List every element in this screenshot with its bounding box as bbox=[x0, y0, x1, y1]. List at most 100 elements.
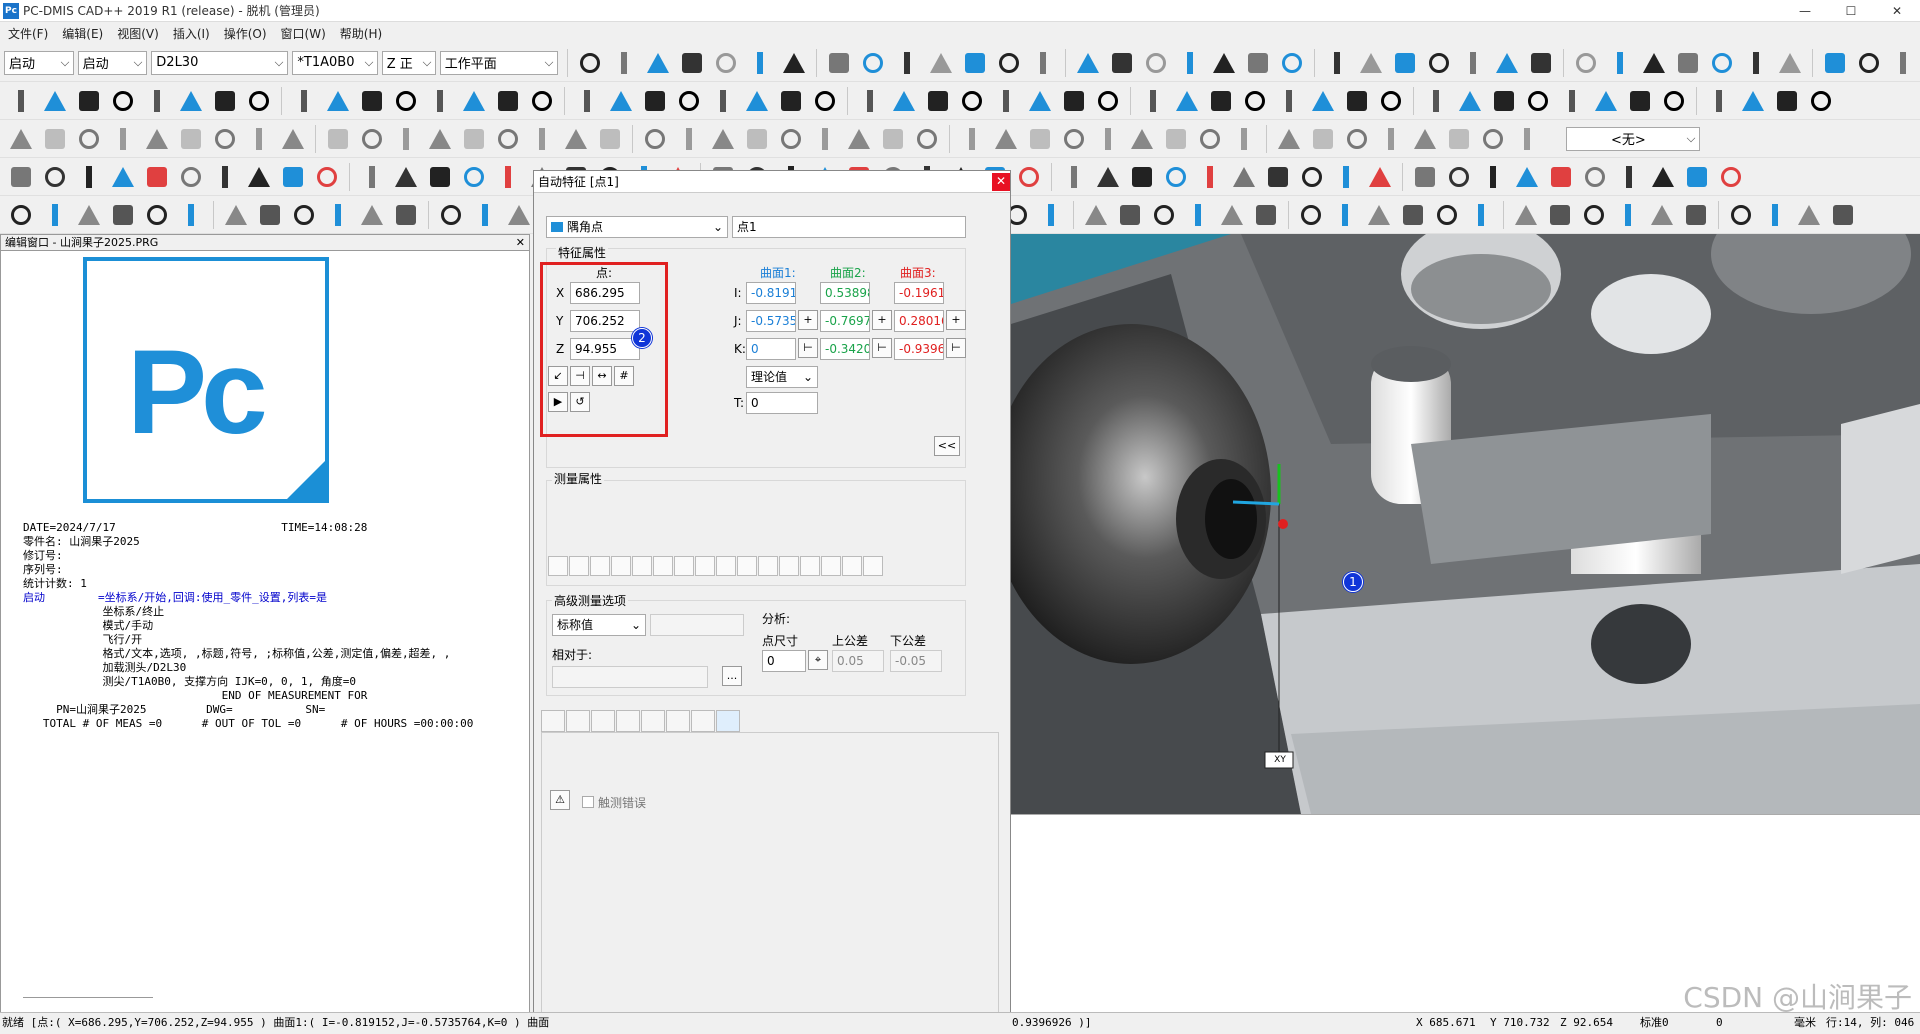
toolbar-tool-icon[interactable] bbox=[1331, 201, 1359, 229]
toolbar-tool-icon[interactable] bbox=[958, 87, 986, 115]
toolbar-tool-icon[interactable] bbox=[1230, 163, 1258, 191]
toolbar-tool-icon[interactable] bbox=[245, 87, 273, 115]
toolbar-tool-icon[interactable] bbox=[1366, 163, 1394, 191]
toolbar-tool-icon[interactable] bbox=[505, 201, 533, 229]
toolbar-tool-icon[interactable] bbox=[893, 49, 921, 77]
toolbar-tool-icon[interactable] bbox=[1411, 125, 1439, 153]
surface1-pick-icon[interactable]: + bbox=[798, 310, 818, 330]
menu-edit[interactable]: 编辑(E) bbox=[62, 25, 103, 42]
menu-operation[interactable]: 操作(O) bbox=[224, 25, 267, 42]
toolbar-tool-icon[interactable] bbox=[1479, 163, 1507, 191]
probe-select[interactable]: D2L30 bbox=[151, 50, 289, 75]
toolbar-tool-icon[interactable] bbox=[1391, 49, 1419, 77]
toolbar-tool-icon[interactable] bbox=[1357, 49, 1385, 77]
toolbar-tool-icon[interactable] bbox=[675, 87, 703, 115]
toolbar-tool-icon[interactable] bbox=[1244, 49, 1272, 77]
toolbar-tool-icon[interactable] bbox=[879, 125, 907, 153]
toolbar-tool-icon[interactable] bbox=[1592, 87, 1620, 115]
collapse-button[interactable]: << bbox=[934, 436, 960, 456]
toolbar-tool-icon[interactable] bbox=[709, 125, 737, 153]
toolbar-tool-icon[interactable] bbox=[7, 201, 35, 229]
toolbar-tool-icon[interactable] bbox=[245, 163, 273, 191]
surface3-pick-icon[interactable]: + bbox=[946, 310, 966, 330]
toolbar-tool-icon[interactable] bbox=[1467, 201, 1495, 229]
measure-tool-icon[interactable] bbox=[821, 556, 841, 576]
toolbar-tool-icon[interactable] bbox=[743, 125, 771, 153]
toolbar-tool-icon[interactable] bbox=[426, 125, 454, 153]
toolbar-tool-icon[interactable] bbox=[1108, 49, 1136, 77]
toolbar-tool-icon[interactable] bbox=[992, 125, 1020, 153]
toolbar-tool-icon[interactable] bbox=[777, 87, 805, 115]
toolbar-tool-icon[interactable] bbox=[845, 125, 873, 153]
toolbar-tool-icon[interactable] bbox=[1640, 49, 1668, 77]
toolbar-tool-icon[interactable] bbox=[1425, 49, 1453, 77]
point-size-input[interactable]: 0 bbox=[762, 650, 806, 672]
surface2-i-input[interactable]: 0.53898 bbox=[820, 282, 870, 304]
toolbar-tool-icon[interactable] bbox=[324, 87, 352, 115]
toolbar-tool-icon[interactable] bbox=[313, 163, 341, 191]
toolbar-tool-icon[interactable] bbox=[1807, 87, 1835, 115]
dialog-tab[interactable] bbox=[641, 710, 665, 732]
measure-tool-icon[interactable] bbox=[653, 556, 673, 576]
close-window-button[interactable]: ✕ bbox=[1874, 0, 1920, 22]
alignment-select[interactable]: 启动 bbox=[77, 50, 148, 75]
toolbar-tool-icon[interactable] bbox=[75, 125, 103, 153]
toolbar-tool-icon[interactable] bbox=[1278, 49, 1306, 77]
toolbar-tool-icon[interactable] bbox=[222, 201, 250, 229]
toolbar-tool-icon[interactable] bbox=[324, 125, 352, 153]
toolbar-tool-icon[interactable] bbox=[1648, 201, 1676, 229]
toolbar-tool-icon[interactable] bbox=[1082, 201, 1110, 229]
measure-tool-icon[interactable] bbox=[674, 556, 694, 576]
toolbar-tool-icon[interactable] bbox=[290, 201, 318, 229]
dialog-tab[interactable] bbox=[716, 710, 740, 732]
toolbar-tool-icon[interactable] bbox=[1558, 87, 1586, 115]
graphics-viewport[interactable]: XY 1 bbox=[1011, 234, 1920, 814]
surface2-k-input[interactable]: -0.3420 bbox=[820, 338, 870, 360]
toolbar-tool-icon[interactable] bbox=[1739, 87, 1767, 115]
surface1-normal-icon[interactable]: ⊢ bbox=[798, 338, 818, 358]
toolbar-tool-icon[interactable] bbox=[426, 163, 454, 191]
surface1-i-input[interactable]: -0.8191 bbox=[746, 282, 796, 304]
toolbar-tool-icon[interactable] bbox=[1411, 163, 1439, 191]
toolbar-tool-icon[interactable] bbox=[1275, 125, 1303, 153]
toolbar-tool-icon[interactable] bbox=[1207, 87, 1235, 115]
toolbar-tool-icon[interactable] bbox=[211, 87, 239, 115]
toolbar-tool-icon[interactable] bbox=[856, 87, 884, 115]
toolbar-tool-icon[interactable] bbox=[177, 87, 205, 115]
toolbar-tool-icon[interactable] bbox=[1479, 125, 1507, 153]
toolbar-tool-icon[interactable] bbox=[1708, 49, 1736, 77]
toolbar-tool-icon[interactable] bbox=[358, 163, 386, 191]
surface2-j-input[interactable]: -0.7697 bbox=[820, 310, 870, 332]
surface3-j-input[interactable]: 0.28016 bbox=[894, 310, 944, 332]
toolbar-tool-icon[interactable] bbox=[1139, 87, 1167, 115]
toolbar-tool-icon[interactable] bbox=[1445, 163, 1473, 191]
toolbar-tool-icon[interactable] bbox=[1674, 49, 1702, 77]
toolbar-tool-icon[interactable] bbox=[1150, 201, 1178, 229]
toolbar-tool-icon[interactable] bbox=[1128, 125, 1156, 153]
toolbar-tool-icon[interactable] bbox=[392, 201, 420, 229]
toolbar-tool-icon[interactable] bbox=[528, 125, 556, 153]
toolbar-tool-icon[interactable] bbox=[177, 201, 205, 229]
toolbar-tool-icon[interactable] bbox=[1309, 87, 1337, 115]
toolbar-tool-icon[interactable] bbox=[1821, 49, 1849, 77]
toolbar-tool-icon[interactable] bbox=[1776, 49, 1804, 77]
toolbar-tool-icon[interactable] bbox=[1094, 125, 1122, 153]
toolbar-tool-icon[interactable] bbox=[644, 49, 672, 77]
toolbar-tool-icon[interactable] bbox=[1309, 125, 1337, 153]
toolbar-tool-icon[interactable] bbox=[709, 87, 737, 115]
toolbar-tool-icon[interactable] bbox=[1060, 87, 1088, 115]
toolbar-tool-icon[interactable] bbox=[494, 87, 522, 115]
toolbar-tool-icon[interactable] bbox=[712, 49, 740, 77]
measure-tool-icon[interactable] bbox=[842, 556, 862, 576]
toolbar-tool-icon[interactable] bbox=[1264, 163, 1292, 191]
view-select[interactable]: <无> bbox=[1566, 126, 1700, 151]
point-size-pick-icon[interactable]: ⌖ bbox=[808, 650, 828, 670]
toolbar-tool-icon[interactable] bbox=[245, 125, 273, 153]
toolbar-tool-icon[interactable] bbox=[143, 87, 171, 115]
toolbar-tool-icon[interactable] bbox=[1547, 163, 1575, 191]
menu-insert[interactable]: 插入(I) bbox=[173, 25, 210, 42]
toolbar-tool-icon[interactable] bbox=[1173, 87, 1201, 115]
toolbar-tool-icon[interactable] bbox=[109, 125, 137, 153]
toolbar-tool-icon[interactable] bbox=[392, 163, 420, 191]
toolbar-tool-icon[interactable] bbox=[607, 87, 635, 115]
